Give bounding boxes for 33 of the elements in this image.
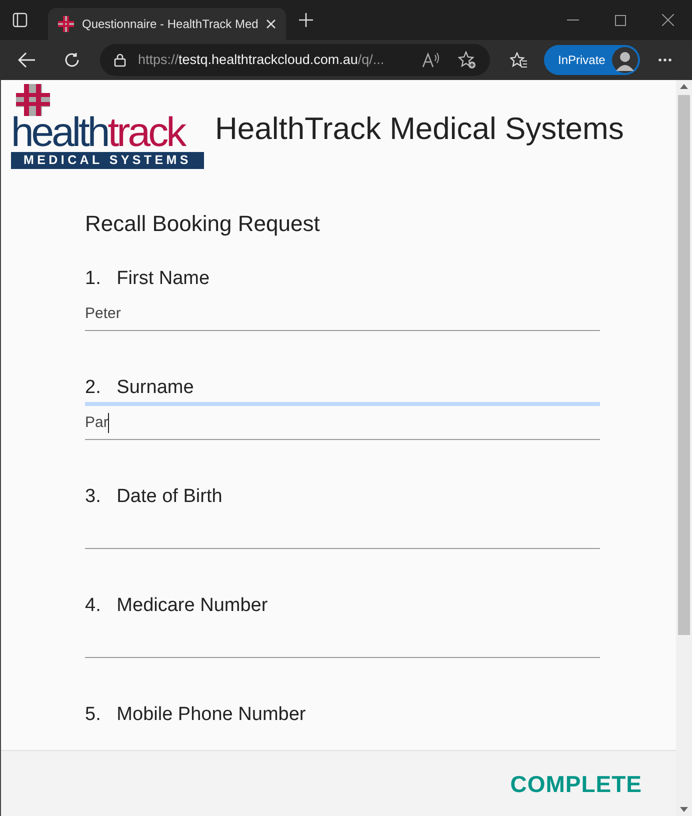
scroll-down-icon[interactable]: [680, 807, 688, 812]
cross-icon: [58, 16, 74, 32]
header-title: HealthTrack Medical Systems: [215, 110, 624, 148]
healthtrack-logo: healthtrack MEDICAL SYSTEMS: [11, 84, 204, 169]
question-label: 5. Mobile Phone Number: [85, 703, 307, 727]
favorites-icon[interactable]: [510, 52, 528, 68]
more-icon[interactable]: [658, 58, 672, 62]
new-tab-icon[interactable]: [299, 13, 313, 27]
tab-title: Questionnaire - HealthTrack Med: [82, 16, 258, 33]
text-field[interactable]: Par: [85, 402, 600, 440]
close-window-icon[interactable]: [662, 14, 674, 26]
inprivate-button[interactable]: InPrivate: [544, 45, 640, 75]
lock-icon: [114, 53, 126, 67]
form-title: Recall Booking Request: [85, 210, 321, 238]
question-label: 4. Medicare Number: [85, 594, 269, 618]
question-label: 3. Date of Birth: [85, 485, 224, 509]
close-icon[interactable]: [266, 19, 276, 29]
back-icon[interactable]: [18, 52, 36, 68]
address-bar[interactable]: https://testq.healthtrackcloud.com.au/q/...: [100, 44, 490, 76]
tab-actions-icon[interactable]: [12, 12, 28, 28]
url-text: https://testq.healthtrackcloud.com.au/q/...: [138, 50, 384, 69]
maximize-icon[interactable]: [615, 14, 626, 26]
text-field[interactable]: Peter: [85, 293, 600, 331]
read-aloud-icon[interactable]: [422, 52, 440, 68]
refresh-icon[interactable]: [64, 52, 80, 68]
minimize-icon[interactable]: [567, 19, 579, 21]
question-label: 2. Surname: [85, 376, 195, 400]
browser-tab[interactable]: Questionnaire - HealthTrack Med: [48, 8, 286, 40]
add-favorite-icon[interactable]: [458, 51, 476, 69]
avatar-icon: [612, 47, 638, 73]
scroll-up-icon[interactable]: [680, 84, 688, 89]
scrollbar[interactable]: [676, 80, 692, 816]
question-label: 1. First Name: [85, 267, 211, 291]
